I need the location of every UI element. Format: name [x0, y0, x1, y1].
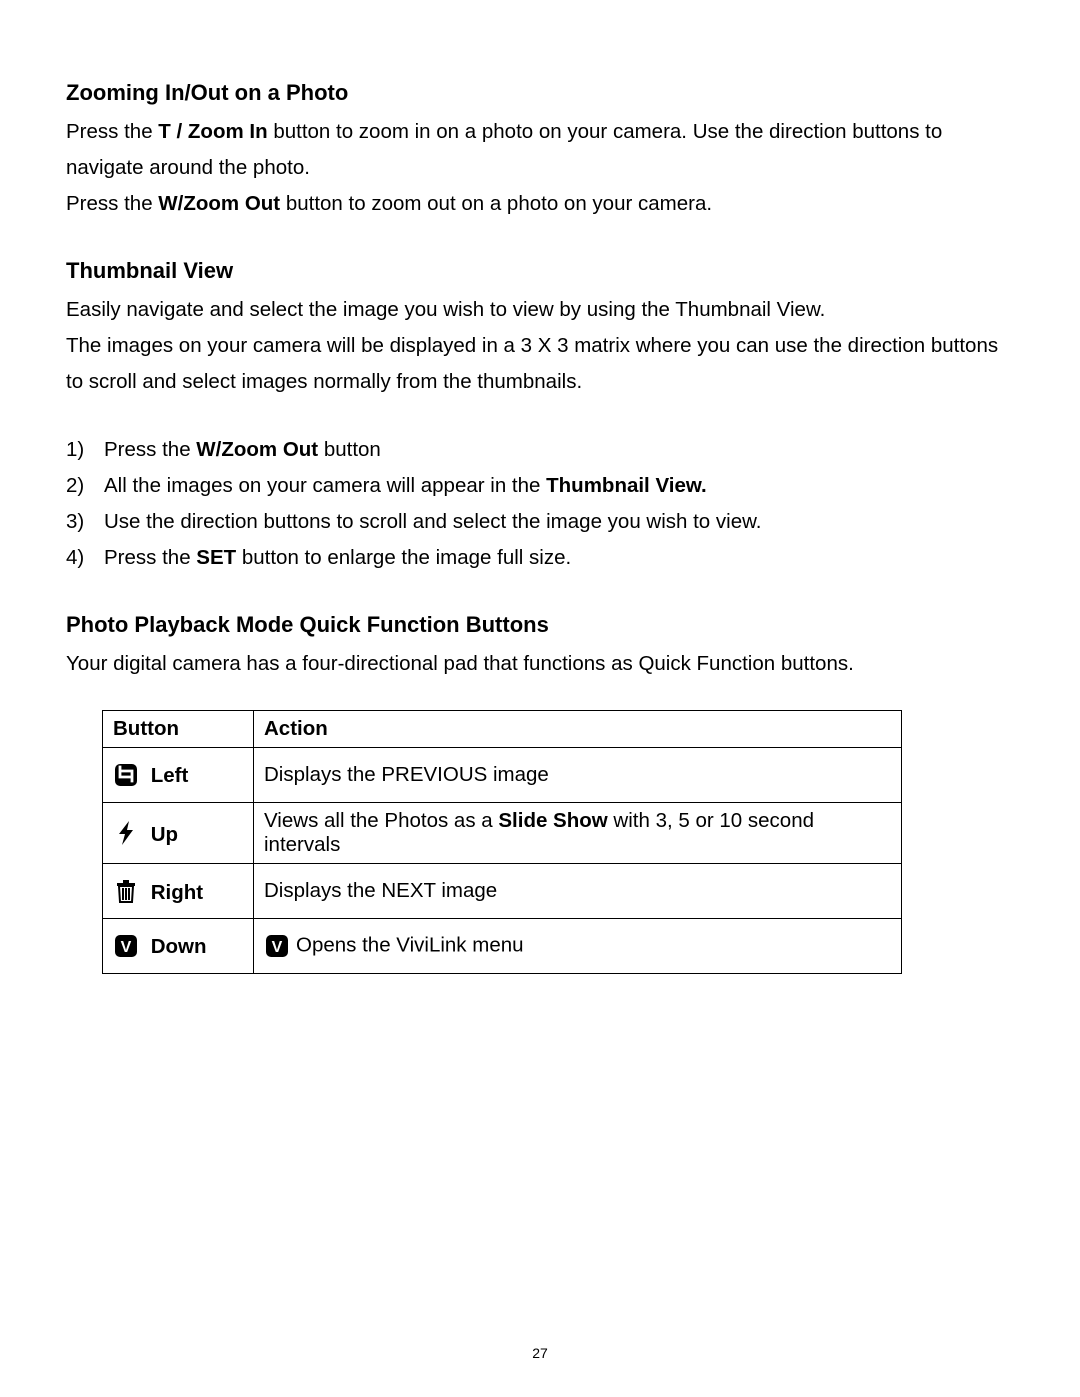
button-label-right: Right: [151, 881, 203, 905]
button-label-down: Down: [151, 935, 207, 959]
table-row-left: Left Displays the PREVIOUS image: [103, 748, 902, 803]
flash-icon: [113, 819, 139, 847]
bold-text: Thumbnail View.: [546, 474, 707, 497]
delete-icon: [113, 877, 139, 905]
button-cell-left: Left: [103, 748, 254, 803]
svg-text:V: V: [121, 939, 132, 956]
th-action: Action: [254, 711, 902, 748]
button-label-up: Up: [151, 823, 178, 847]
heading-zooming: Zooming In/Out on a Photo: [66, 80, 1014, 106]
button-cell-up: Up: [103, 803, 254, 864]
heading-quick-buttons: Photo Playback Mode Quick Function Butto…: [66, 612, 1014, 638]
text: All the images on your camera will appea…: [104, 474, 546, 497]
thumbnail-steps-list: Press the W/Zoom Out button All the imag…: [66, 432, 1014, 576]
button-label-left: Left: [151, 764, 189, 788]
step-1: Press the W/Zoom Out button: [66, 432, 1014, 468]
table-row-right: Right Displays the NEXT image: [103, 864, 902, 919]
bold-text: W/Zoom Out: [158, 192, 280, 215]
zoom-in-paragraph: Press the T / Zoom In button to zoom in …: [66, 114, 1014, 186]
zoom-out-paragraph: Press the W/Zoom Out button to zoom out …: [66, 186, 1014, 222]
step-3: Use the direction buttons to scroll and …: [66, 504, 1014, 540]
button-cell-down: V Down: [103, 919, 254, 974]
action-cell-down: V Opens the ViviLink menu: [254, 919, 902, 974]
svg-text:V: V: [272, 939, 283, 956]
text: Press the: [104, 438, 196, 461]
text: Press the: [104, 546, 196, 569]
bold-text: W/Zoom Out: [196, 438, 318, 461]
bold-text: Slide Show: [498, 809, 607, 832]
table-row-up: Up Views all the Photos as a Slide Show …: [103, 803, 902, 864]
action-cell-right: Displays the NEXT image: [254, 864, 902, 919]
thumbnail-paragraph-1: Easily navigate and select the image you…: [66, 292, 1014, 328]
text: button to zoom out on a photo on your ca…: [280, 192, 712, 215]
quick-buttons-table: Button Action Left Displays the PREVIOUS…: [102, 710, 902, 974]
heading-thumbnail: Thumbnail View: [66, 258, 1014, 284]
bold-text: SET: [196, 546, 236, 569]
quick-buttons-paragraph: Your digital camera has a four-direction…: [66, 646, 1014, 682]
table-header-row: Button Action: [103, 711, 902, 748]
text: Press the: [66, 192, 158, 215]
th-button: Button: [103, 711, 254, 748]
vivilink-icon: V: [113, 933, 139, 959]
button-cell-right: Right: [103, 864, 254, 919]
table-row-down: V Down V Opens the ViviLink menu: [103, 919, 902, 974]
text: button: [318, 438, 381, 461]
text: Views all the Photos as a: [264, 809, 498, 832]
bold-text: T / Zoom In: [158, 120, 267, 143]
step-2: All the images on your camera will appea…: [66, 468, 1014, 504]
text: button to enlarge the image full size.: [236, 546, 571, 569]
crop-icon: [113, 762, 139, 788]
vivilink-icon: V: [264, 933, 290, 959]
manual-page: Zooming In/Out on a Photo Press the T / …: [0, 0, 1080, 1397]
page-number: 27: [0, 1345, 1080, 1361]
text: Opens the ViviLink menu: [296, 933, 524, 956]
step-4: Press the SET button to enlarge the imag…: [66, 540, 1014, 576]
action-cell-up: Views all the Photos as a Slide Show wit…: [254, 803, 902, 864]
action-cell-left: Displays the PREVIOUS image: [254, 748, 902, 803]
text: Press the: [66, 120, 158, 143]
thumbnail-paragraph-2: The images on your camera will be displa…: [66, 328, 1014, 400]
